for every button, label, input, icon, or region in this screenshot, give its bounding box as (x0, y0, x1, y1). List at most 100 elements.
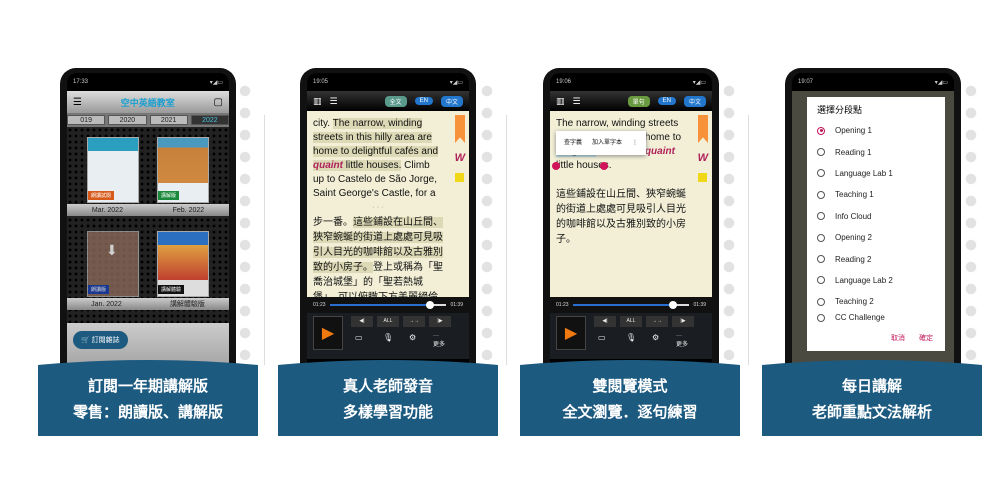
radio-button[interactable] (817, 190, 825, 199)
issue-label: Jan. 2022 (91, 300, 122, 308)
reading-text: 查字義加入單字本⋮ The narrow, winding streets in… (550, 111, 712, 297)
issue-label: Feb. 2022 (172, 206, 205, 214)
play-button[interactable]: ▶ (313, 316, 343, 350)
option-label: Reading 2 (835, 254, 872, 264)
download-icon[interactable]: ⬇ (106, 242, 118, 259)
option-label: Teaching 2 (835, 297, 874, 307)
more-options-icon[interactable]: ⋮ (632, 136, 638, 150)
magazine-cover[interactable]: 講解版 (157, 137, 209, 203)
chinese-text[interactable]: 這些鋪設在山丘間、狹窄蜿蜒的街道上處處可見吸引人目光的咖啡館以及古雅別致的小房子… (556, 187, 686, 247)
translate-icon[interactable]: ▭ (598, 333, 606, 342)
bookshelf-icon[interactable]: ▢ (214, 97, 223, 108)
grid-icon[interactable]: ▥ (313, 96, 322, 107)
radio-button[interactable] (817, 233, 825, 242)
option-label: Reading 1 (835, 147, 872, 157)
selection-handle[interactable] (600, 162, 608, 170)
subscribe-button[interactable]: 🛒 訂閱雜誌 (73, 331, 128, 349)
english-text[interactable]: city. The narrow, winding streets in thi… (313, 117, 443, 201)
radio-button[interactable] (817, 148, 825, 157)
mic-icon[interactable]: 🎙 (626, 333, 636, 342)
section-option[interactable]: CC Challenge (817, 313, 935, 323)
status-time: 19:06 (556, 79, 572, 85)
radio-button[interactable] (817, 276, 825, 285)
magazine-cover[interactable]: 朗讀試閱 (87, 137, 139, 203)
word-icon[interactable]: W (455, 151, 465, 165)
note-icon[interactable] (698, 173, 707, 182)
next-button[interactable]: |▶ (672, 316, 694, 327)
translate-icon[interactable]: ▭ (355, 333, 363, 342)
phone-section-dialog: 19:07 ▾◢▭ 選擇分段點 Opening 1 Reading 1 Languag… (785, 68, 961, 398)
bookmark-icon[interactable] (455, 115, 465, 143)
grid-icon[interactable]: ▥ (556, 96, 565, 107)
status-icons: ▾◢▭ (209, 79, 223, 86)
continuous-button[interactable]: →→ (403, 316, 425, 327)
option-label: Teaching 1 (835, 190, 874, 200)
mode-sentence-button[interactable]: 單句 (627, 95, 650, 107)
play-button[interactable]: ▶ (556, 316, 586, 350)
add-vocab-button[interactable]: 加入單字本 (592, 136, 622, 150)
progress-slider[interactable] (329, 301, 447, 309)
issue-label: Mar. 2022 (91, 206, 123, 214)
section-option[interactable]: Language Lab 2 (817, 270, 935, 291)
radio-button[interactable] (817, 313, 825, 322)
mic-icon[interactable]: 🎙 (383, 333, 393, 342)
repeat-all-button[interactable]: ALL (377, 316, 399, 327)
caption-banner: 雙閱覽模式 全文瀏覽．逐句練習 (520, 360, 740, 436)
tab-year[interactable]: 019 (67, 115, 106, 125)
more-button[interactable]: ··· 更多 (676, 333, 688, 348)
section-option[interactable]: Opening 2 (817, 227, 935, 248)
progress-slider[interactable] (572, 301, 690, 309)
time-total: 01:39 (693, 302, 706, 308)
menu-icon[interactable]: ☰ (73, 97, 82, 108)
mode-en-button[interactable]: EN (657, 97, 676, 105)
continuous-button[interactable]: →→ (646, 316, 668, 327)
mode-zh-button[interactable]: 中文 (440, 95, 463, 107)
section-option[interactable]: Language Lab 1 (817, 163, 935, 184)
bookmark-icon[interactable] (698, 115, 708, 143)
radio-button[interactable] (817, 212, 825, 221)
phone-reader-full: 19:05 ▾◢▭ ▥ ☰ 全文 EN 中文 city. The narrow, w… (300, 68, 476, 398)
cancel-button[interactable]: 取消 (891, 333, 905, 343)
mode-en-button[interactable]: EN (414, 97, 433, 105)
radio-button[interactable] (817, 126, 825, 135)
word-icon[interactable]: W (698, 151, 708, 165)
more-button[interactable]: ··· 更多 (433, 333, 445, 348)
next-button[interactable]: |▶ (429, 316, 451, 327)
tab-year[interactable]: 2021 (149, 115, 188, 125)
selection-handle[interactable] (552, 162, 560, 170)
prev-button[interactable]: ◀| (594, 316, 616, 327)
section-option[interactable]: Info Cloud (817, 206, 935, 227)
prev-button[interactable]: ◀| (351, 316, 373, 327)
dot-pattern (238, 80, 252, 360)
radio-button[interactable] (817, 255, 825, 264)
note-icon[interactable] (455, 173, 464, 182)
dot-pattern (722, 80, 736, 360)
phone-reader-sentence: 19:06 ▾◢▭ ▥ ☰ 單句 EN 中文 查字義 加入單字本 ⋮ The narro… (543, 68, 719, 398)
radio-button[interactable] (817, 169, 825, 178)
ok-button[interactable]: 確定 (919, 333, 933, 343)
divider (748, 115, 749, 365)
year-tabs: 019 2020 2021 2022 (67, 113, 229, 127)
magazine-cover[interactable]: 講解體驗 (157, 231, 209, 297)
list-icon[interactable]: ☰ (573, 96, 581, 107)
section-option[interactable]: Reading 1 (817, 141, 935, 162)
magazine-cover-download[interactable]: ⬇ 朗讀版 (87, 231, 139, 297)
settings-icon[interactable]: ⚙ (652, 333, 659, 342)
lookup-button[interactable]: 查字義 (564, 136, 582, 150)
section-option[interactable]: Reading 2 (817, 248, 935, 269)
section-option[interactable]: Opening 1 (817, 120, 935, 141)
radio-button[interactable] (817, 297, 825, 306)
mode-full-button[interactable]: 全文 (384, 95, 407, 107)
option-label: CC Challenge (835, 313, 885, 323)
section-option[interactable]: Teaching 1 (817, 184, 935, 205)
status-time: 19:07 (798, 79, 814, 85)
tab-year-active[interactable]: 2022 (190, 115, 229, 125)
section-option[interactable]: Teaching 2 (817, 291, 935, 312)
list-icon[interactable]: ☰ (330, 96, 338, 107)
chinese-text[interactable]: 步一番。這些鋪設在山丘間、狹窄蜿蜒的街道上處處可見吸引人目光的咖啡館以及古雅別致… (313, 215, 443, 305)
tab-year[interactable]: 2020 (108, 115, 147, 125)
settings-icon[interactable]: ⚙ (409, 333, 416, 342)
repeat-all-button[interactable]: ALL (620, 316, 642, 327)
mode-zh-button[interactable]: 中文 (683, 95, 706, 107)
issue-label: 講解體驗版 (169, 301, 205, 308)
